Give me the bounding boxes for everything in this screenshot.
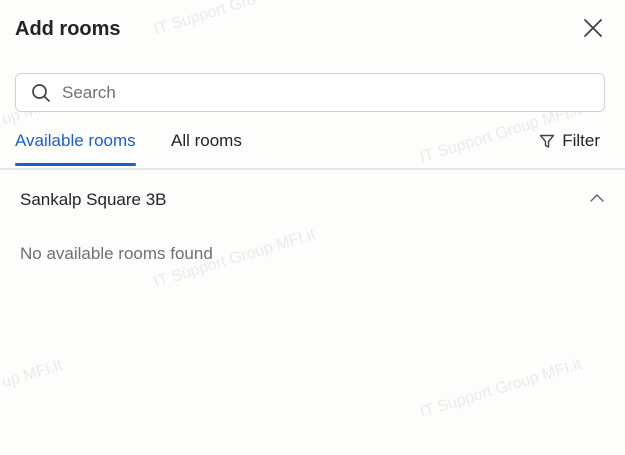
tab-available-rooms[interactable]: Available rooms [15,131,136,151]
panel-title: Add rooms [15,18,121,40]
section-title: Sankalp Square 3B [20,190,167,209]
collapse-button[interactable] [589,190,605,206]
panel-header: Add rooms [15,16,605,42]
tab-all-rooms[interactable]: All rooms [171,131,242,151]
filter-icon [540,134,555,148]
search-box[interactable] [15,73,605,112]
filter-button[interactable]: Filter [539,131,600,151]
close-button[interactable] [581,16,605,40]
empty-state-message: No available rooms found [20,244,213,263]
watermark-text: IT Support Group MFI.it [418,355,584,422]
active-tab-indicator [15,163,136,166]
close-icon [584,19,602,37]
add-rooms-panel: IT Support Gro up MFI.it IT Support Grou… [0,0,625,455]
search-icon [30,82,52,104]
room-section: Sankalp Square 3B [20,188,605,212]
room-tabs: Available rooms All rooms Filter [0,125,625,170]
filter-label: Filter [562,131,600,150]
chevron-up-icon [590,194,604,202]
search-input[interactable] [62,74,604,111]
watermark-text: up MFI.it [0,356,65,392]
